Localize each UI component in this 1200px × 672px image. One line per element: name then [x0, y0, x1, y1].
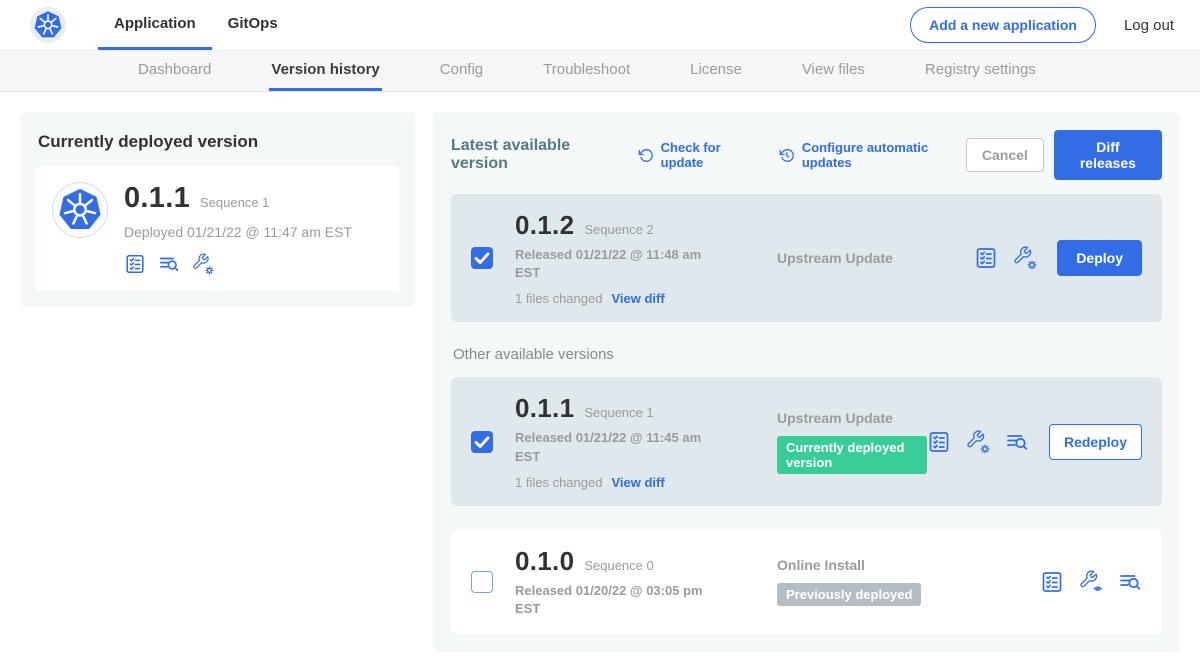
- version-checkbox-0-1-1[interactable]: [471, 431, 493, 453]
- deployed-version-number: 0.1.1: [124, 182, 190, 215]
- edit-config-icon[interactable]: [192, 253, 214, 275]
- kubernetes-logo-icon: [30, 7, 66, 43]
- check-for-update-label: Check for update: [661, 140, 758, 170]
- version-info-0-1-1: 0.1.1 Sequence 1 Released 01/21/22 @ 11:…: [515, 393, 729, 489]
- version-info-0-1-0: 0.1.0 Sequence 0 Released 01/20/22 @ 03:…: [515, 546, 729, 618]
- version-actions: Deploy: [974, 240, 1142, 276]
- other-versions-title: Other available versions: [453, 346, 1162, 363]
- version-row-0-1-2: 0.1.2 Sequence 2 Released 01/21/22 @ 11:…: [451, 194, 1162, 322]
- sequence-label: Sequence 1: [584, 405, 653, 420]
- view-diff-link[interactable]: View diff: [611, 475, 664, 490]
- version-number: 0.1.2: [515, 210, 574, 241]
- version-row-0-1-0: 0.1.0 Sequence 0 Released 01/20/22 @ 03:…: [451, 530, 1162, 634]
- release-notes-icon[interactable]: [1040, 570, 1064, 594]
- latest-version-header: Latest available version Check for updat…: [451, 130, 1162, 180]
- deployed-version-info: 0.1.1 Sequence 1 Deployed 01/21/22 @ 11:…: [124, 182, 352, 275]
- top-nav: Application GitOps Add a new application…: [0, 0, 1200, 50]
- deploy-button[interactable]: Deploy: [1057, 240, 1142, 276]
- tab-application[interactable]: Application: [98, 0, 212, 50]
- currently-deployed-badge: Currently deployed version: [777, 436, 927, 474]
- version-actions: [1040, 570, 1142, 594]
- check-for-update-link[interactable]: Check for update: [638, 140, 757, 170]
- kubernetes-app-icon: [52, 182, 108, 238]
- subnav-tab-dashboard[interactable]: Dashboard: [136, 51, 213, 91]
- top-nav-tabs: Application GitOps: [98, 0, 294, 50]
- deploy-logs-icon[interactable]: [1118, 570, 1142, 594]
- view-diff-link[interactable]: View diff: [611, 291, 664, 306]
- release-notes-icon[interactable]: [124, 253, 146, 275]
- subnav-tab-view-files[interactable]: View files: [800, 51, 867, 91]
- view-config-icon[interactable]: [1079, 570, 1103, 594]
- deploy-logs-icon[interactable]: [158, 253, 180, 275]
- deployed-timestamp: Deployed 01/21/22 @ 11:47 am EST: [124, 224, 352, 240]
- subnav-tab-license[interactable]: License: [688, 51, 744, 91]
- subnav-tab-version-history[interactable]: Version history: [269, 51, 381, 91]
- version-number: 0.1.1: [515, 393, 574, 424]
- edit-config-icon[interactable]: [1013, 246, 1037, 270]
- tab-gitops[interactable]: GitOps: [212, 0, 294, 50]
- version-info-0-1-2: 0.1.2 Sequence 2 Released 01/21/22 @ 11:…: [515, 210, 729, 306]
- deployed-sequence-label: Sequence 1: [200, 195, 269, 210]
- version-checkbox-0-1-0[interactable]: [471, 571, 493, 593]
- logout-link[interactable]: Log out: [1124, 17, 1174, 34]
- files-changed-label: 1 files changed: [515, 475, 602, 490]
- files-changed-label: 1 files changed: [515, 291, 602, 306]
- release-notes-icon[interactable]: [927, 430, 951, 454]
- schedule-update-icon: [779, 147, 795, 164]
- diff-releases-button[interactable]: Diff releases: [1054, 130, 1162, 180]
- released-timestamp: Released 01/21/22 @ 11:45 am EST: [515, 429, 707, 465]
- edit-config-icon[interactable]: [966, 430, 990, 454]
- version-actions: Redeploy: [927, 424, 1142, 460]
- sequence-label: Sequence 0: [584, 558, 653, 573]
- redeploy-button[interactable]: Redeploy: [1049, 424, 1142, 460]
- released-timestamp: Released 01/20/22 @ 03:05 pm EST: [515, 582, 707, 618]
- version-source: Upstream Update: [729, 250, 974, 266]
- version-source: Upstream Update Currently deployed versi…: [729, 410, 927, 474]
- source-label: Online Install: [777, 557, 1040, 573]
- configure-automatic-updates-label: Configure automatic updates: [802, 140, 966, 170]
- deploy-logs-icon[interactable]: [1005, 430, 1029, 454]
- subnav-tab-config[interactable]: Config: [438, 51, 485, 91]
- source-label: Upstream Update: [777, 250, 974, 266]
- currently-deployed-title: Currently deployed version: [38, 132, 399, 152]
- version-source: Online Install Previously deployed: [729, 557, 1040, 606]
- version-number: 0.1.0: [515, 546, 574, 577]
- refresh-icon: [638, 147, 653, 164]
- released-timestamp: Released 01/21/22 @ 11:48 am EST: [515, 246, 707, 282]
- main-content: Currently deployed version 0.1.1 Sequenc…: [0, 92, 1200, 672]
- currently-deployed-panel: Currently deployed version 0.1.1 Sequenc…: [20, 112, 415, 307]
- version-checkbox-0-1-2[interactable]: [471, 247, 493, 269]
- sequence-label: Sequence 2: [584, 222, 653, 237]
- release-notes-icon[interactable]: [974, 246, 998, 270]
- previously-deployed-badge: Previously deployed: [777, 583, 921, 606]
- app-sub-nav: Dashboard Version history Config Trouble…: [0, 50, 1200, 92]
- source-label: Upstream Update: [777, 410, 927, 426]
- version-history-panel: Latest available version Check for updat…: [433, 112, 1180, 652]
- latest-version-title: Latest available version: [451, 137, 616, 173]
- configure-automatic-updates-link[interactable]: Configure automatic updates: [779, 140, 966, 170]
- top-nav-right: Add a new application Log out: [910, 0, 1174, 50]
- cancel-button[interactable]: Cancel: [966, 138, 1044, 172]
- version-row-0-1-1: 0.1.1 Sequence 1 Released 01/21/22 @ 11:…: [451, 377, 1162, 505]
- subnav-tab-registry-settings[interactable]: Registry settings: [923, 51, 1038, 91]
- add-new-application-button[interactable]: Add a new application: [910, 7, 1096, 43]
- subnav-tab-troubleshoot[interactable]: Troubleshoot: [541, 51, 632, 91]
- currently-deployed-card: 0.1.1 Sequence 1 Deployed 01/21/22 @ 11:…: [36, 166, 399, 291]
